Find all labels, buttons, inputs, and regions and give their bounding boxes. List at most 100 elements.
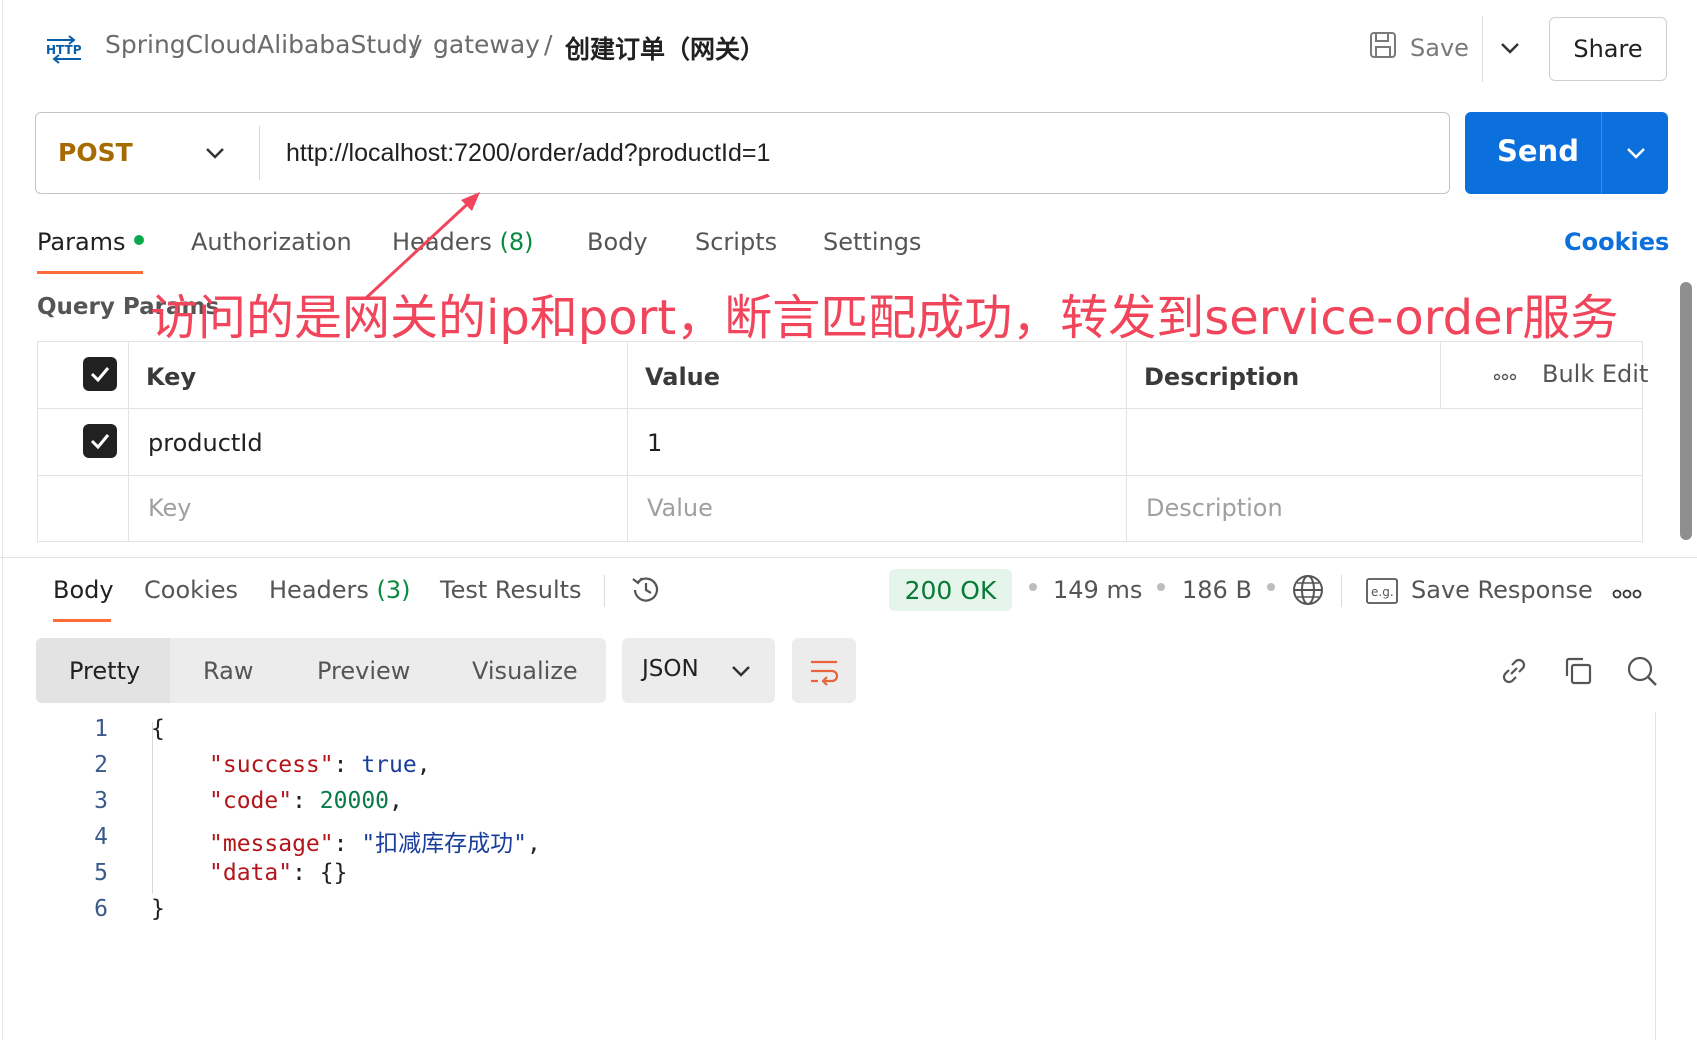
more-icon[interactable] (1612, 585, 1642, 604)
tab-settings[interactable]: Settings (823, 228, 921, 256)
breadcrumb-folder[interactable]: gateway (433, 30, 540, 59)
params-table (37, 341, 1643, 542)
breadcrumb-separator: / (411, 30, 420, 59)
editor-edge (1655, 712, 1656, 1040)
tab-body[interactable]: Body (587, 228, 648, 256)
more-icon[interactable] (1493, 360, 1517, 388)
response-tab-cookies[interactable]: Cookies (144, 576, 238, 604)
annotation-arrow (364, 192, 480, 300)
code-line: "message": "扣减库存成功", (209, 831, 541, 857)
view-raw[interactable]: Raw (203, 657, 253, 685)
section-divider (0, 557, 1697, 558)
response-tab-headers[interactable]: Headers (3) (269, 576, 411, 604)
check-icon (90, 434, 110, 450)
line-number: 3 (94, 788, 108, 814)
divider (259, 126, 260, 180)
response-size[interactable]: 186 B (1182, 576, 1252, 604)
col-divider (627, 341, 628, 542)
svg-text:e.g.: e.g. (1371, 585, 1394, 599)
wrap-lines-button[interactable] (792, 638, 856, 703)
globe-icon[interactable] (1291, 573, 1325, 611)
history-icon[interactable] (629, 573, 663, 611)
bullet (1029, 583, 1037, 591)
line-number: 1 (94, 716, 108, 742)
new-description-input[interactable]: Description (1146, 494, 1283, 522)
col-divider (1126, 341, 1127, 542)
http-icon: HTTP (44, 34, 84, 64)
response-tab-test-results[interactable]: Test Results (440, 576, 582, 604)
check-icon (90, 367, 110, 383)
divider (1482, 16, 1483, 82)
bulk-edit-label: Bulk Edit (1542, 360, 1649, 388)
format-label: JSON (642, 656, 699, 682)
response-tab-body[interactable]: Body (53, 576, 114, 604)
response-time[interactable]: 149 ms (1053, 576, 1142, 604)
code-line: "code": 20000, (209, 788, 403, 814)
code-line: } (151, 896, 165, 922)
col-divider (1440, 341, 1441, 408)
bullet (1267, 583, 1275, 591)
link-icon[interactable] (1497, 654, 1531, 692)
column-header-description: Description (1144, 363, 1300, 391)
tab-authorization[interactable]: Authorization (191, 228, 352, 256)
bulk-edit-button[interactable]: Bulk Edit (1493, 360, 1649, 388)
chevron-down-icon (732, 666, 750, 677)
tab-underline (37, 271, 143, 274)
url-input[interactable]: http://localhost:7200/order/add?productI… (286, 139, 770, 168)
example-icon: e.g. (1366, 577, 1398, 609)
param-key-cell[interactable]: productId (148, 429, 263, 457)
breadcrumb-separator: / (544, 30, 553, 59)
params-active-dot (133, 235, 144, 245)
chevron-down-icon[interactable] (204, 138, 226, 168)
view-visualize[interactable]: Visualize (472, 657, 578, 685)
code-line: "data": {} (209, 860, 348, 886)
divider (1601, 112, 1602, 194)
view-preview[interactable]: Preview (317, 657, 410, 685)
row-divider (37, 408, 1643, 409)
chevron-down-icon[interactable] (1496, 30, 1524, 66)
wrap-icon (811, 660, 839, 686)
line-number: 4 (94, 824, 108, 850)
param-row-checkbox[interactable] (83, 424, 117, 458)
status-badge[interactable]: 200 OK (889, 569, 1012, 611)
send-button[interactable]: Send (1465, 112, 1668, 194)
tab-underline (53, 619, 111, 622)
code-line: "success": true, (209, 752, 431, 778)
save-response-button[interactable]: Save Response (1411, 576, 1593, 604)
send-label: Send (1497, 134, 1579, 168)
search-icon[interactable] (1625, 654, 1659, 692)
format-select[interactable]: JSON (622, 638, 775, 703)
window-edge (2, 0, 3, 1040)
svg-text:HTTP: HTTP (46, 43, 82, 57)
divider (1341, 575, 1342, 607)
column-header-key: Key (146, 363, 197, 391)
divider (604, 575, 605, 607)
tab-params[interactable]: Params (37, 228, 144, 256)
row-divider (37, 475, 1643, 476)
breadcrumb-collection[interactable]: SpringCloudAlibabaStudy (105, 30, 423, 59)
bullet (1157, 583, 1165, 591)
new-value-input[interactable]: Value (647, 494, 713, 522)
save-button[interactable]: Save (1368, 26, 1469, 70)
tab-scripts[interactable]: Scripts (695, 228, 777, 256)
scrollbar[interactable] (1680, 282, 1692, 540)
indent-guide (152, 722, 153, 894)
breadcrumb-request-name[interactable]: 创建订单（网关） (565, 30, 765, 66)
copy-icon[interactable] (1561, 654, 1595, 692)
code-line: { (151, 716, 165, 742)
line-number: 6 (94, 896, 108, 922)
line-number: 5 (94, 860, 108, 886)
save-label: Save (1410, 34, 1469, 62)
select-all-checkbox[interactable] (83, 357, 117, 391)
col-divider (128, 341, 129, 542)
param-value-cell[interactable]: 1 (647, 429, 662, 457)
save-icon (1368, 30, 1398, 66)
method-select[interactable]: POST (58, 138, 133, 167)
chevron-down-icon[interactable] (1625, 138, 1647, 168)
cookies-link[interactable]: Cookies (1564, 228, 1669, 256)
share-button[interactable]: Share (1549, 17, 1667, 81)
line-number: 2 (94, 752, 108, 778)
column-header-value: Value (645, 363, 721, 391)
new-key-input[interactable]: Key (148, 494, 192, 522)
view-pretty[interactable]: Pretty (69, 657, 140, 685)
